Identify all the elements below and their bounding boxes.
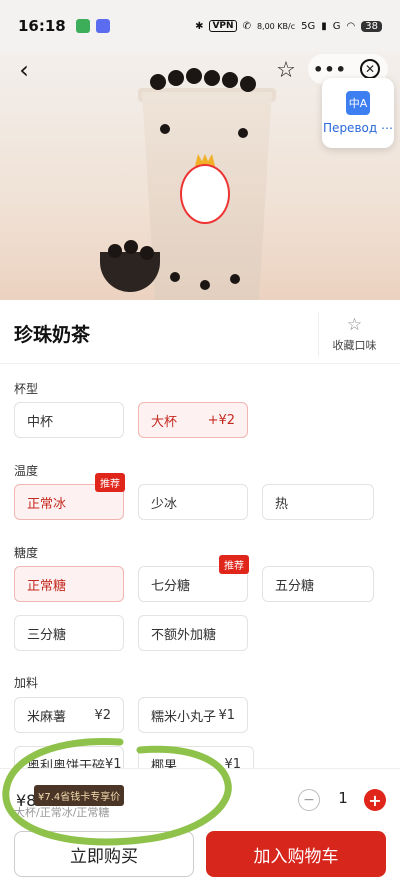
- add-to-cart-button[interactable]: 加入购物车: [206, 831, 386, 877]
- shield-icon: [75, 19, 90, 33]
- pearl: [230, 274, 240, 284]
- option-label: 中杯: [27, 414, 54, 430]
- pearl: [240, 76, 256, 92]
- battery-indicator: 38: [361, 20, 382, 32]
- quantity-plus-button[interactable]: +: [364, 789, 386, 811]
- star-outline-icon: ☆: [346, 315, 363, 335]
- save-flavor-label: 收藏口味: [332, 339, 377, 352]
- option-label: 正常糖: [27, 578, 67, 594]
- option-label: 糯米小丸子: [151, 709, 217, 725]
- pearl: [168, 70, 184, 86]
- option-label: 少冰: [151, 496, 178, 512]
- status-time: 16:18: [18, 17, 66, 35]
- cup-size-title: 杯型: [14, 382, 39, 396]
- option-cup-large[interactable]: 大杯 +¥2: [138, 402, 248, 438]
- pearl: [238, 128, 248, 138]
- back-button[interactable]: ‹: [10, 56, 38, 84]
- quantity-minus-button[interactable]: −: [298, 789, 320, 811]
- translate-popup[interactable]: 中A Перевод ⋯: [322, 78, 394, 148]
- translate-icon: 中A: [346, 91, 370, 115]
- option-label: 不额外加糖: [151, 627, 217, 643]
- signal-g: G: [332, 20, 341, 32]
- temperature-title: 温度: [14, 464, 39, 478]
- star-icon: ☆: [276, 57, 296, 83]
- favorite-button[interactable]: ☆: [272, 56, 300, 84]
- option-label: 正常冰: [27, 496, 67, 512]
- option-sugar-none[interactable]: 不额外加糖: [138, 615, 248, 651]
- member-price-tag: ¥7.4省钱卡专享价: [34, 785, 125, 806]
- buy-now-button[interactable]: 立即购买: [14, 831, 194, 877]
- save-flavor-button[interactable]: ☆ 收藏口味: [318, 312, 390, 356]
- pearl: [222, 72, 238, 88]
- close-icon: ✕: [360, 59, 380, 79]
- pearl: [124, 240, 138, 254]
- bluetooth-icon: ✱: [195, 20, 204, 32]
- call-wifi-icon: ✆: [242, 20, 251, 32]
- status-right: ✱ VPN ✆ 8,00 KB/c 5G ▮ G ◠ 38: [195, 20, 382, 32]
- pearl: [140, 246, 154, 260]
- option-label: 米麻薯: [27, 709, 67, 725]
- option-temp-hot[interactable]: 热: [262, 484, 374, 520]
- option-sugar-normal[interactable]: 正常糖: [14, 566, 124, 602]
- signal-icon: ▮: [321, 20, 327, 32]
- product-title-row: 珍珠奶茶 ☆ 收藏口味: [0, 300, 400, 364]
- checkout-bar: ¥8 ¥7.4省钱卡专享价 大杯/正常冰/正常糖 − 1 + 立即购买 加入购物…: [0, 768, 400, 889]
- option-topping-rice-balls[interactable]: 糯米小丸子 ¥1: [138, 697, 248, 733]
- option-sugar-30[interactable]: 三分糖: [14, 615, 124, 651]
- wifi-icon: ◠: [346, 20, 356, 32]
- option-sugar-50[interactable]: 五分糖: [262, 566, 374, 602]
- recommend-badge: 推荐: [219, 555, 249, 574]
- option-label: 五分糖: [275, 578, 315, 594]
- option-price: ¥2: [94, 707, 111, 723]
- pearl: [200, 280, 210, 290]
- quantity-value: 1: [338, 789, 348, 807]
- snowman-mascot: [180, 164, 230, 224]
- option-label: 热: [275, 496, 289, 512]
- pearl: [204, 70, 220, 86]
- status-notification-icons: [75, 19, 110, 33]
- pearl: [170, 272, 180, 282]
- option-label: 七分糖: [151, 578, 191, 594]
- option-price: ¥1: [218, 707, 235, 723]
- status-bar: 16:18 ✱ VPN ✆ 8,00 KB/c 5G ▮ G ◠ 38: [0, 0, 400, 52]
- option-temp-normal-ice[interactable]: 正常冰 推荐: [14, 473, 125, 520]
- option-temp-less-ice[interactable]: 少冰: [138, 484, 248, 520]
- pearl: [108, 244, 122, 258]
- pearl: [160, 124, 170, 134]
- option-price: +¥2: [207, 412, 235, 428]
- spec-summary: 大杯/正常冰/正常糖: [14, 806, 110, 819]
- product-name: 珍珠奶茶: [14, 324, 91, 346]
- back-arrow-icon: ‹: [19, 56, 29, 84]
- more-button[interactable]: •••: [308, 60, 352, 79]
- option-label: 大杯: [151, 414, 178, 430]
- toppings-title: 加料: [14, 676, 39, 690]
- option-cup-medium[interactable]: 中杯: [14, 402, 124, 438]
- vpn-badge: VPN: [209, 20, 237, 32]
- pearl: [150, 74, 166, 90]
- option-sugar-70[interactable]: 七分糖 推荐: [138, 555, 249, 602]
- pearl: [186, 68, 202, 84]
- option-topping-mochi[interactable]: 米麻薯 ¥2: [14, 697, 124, 733]
- sugar-title: 糖度: [14, 546, 39, 560]
- translate-label: Перевод ⋯: [323, 121, 393, 135]
- signal-5g: 5G: [301, 20, 316, 32]
- net-speed: 8,00 KB/c: [256, 21, 296, 31]
- app-notification-icon: [95, 19, 110, 33]
- recommend-badge: 推荐: [95, 473, 125, 492]
- option-label: 三分糖: [27, 627, 67, 643]
